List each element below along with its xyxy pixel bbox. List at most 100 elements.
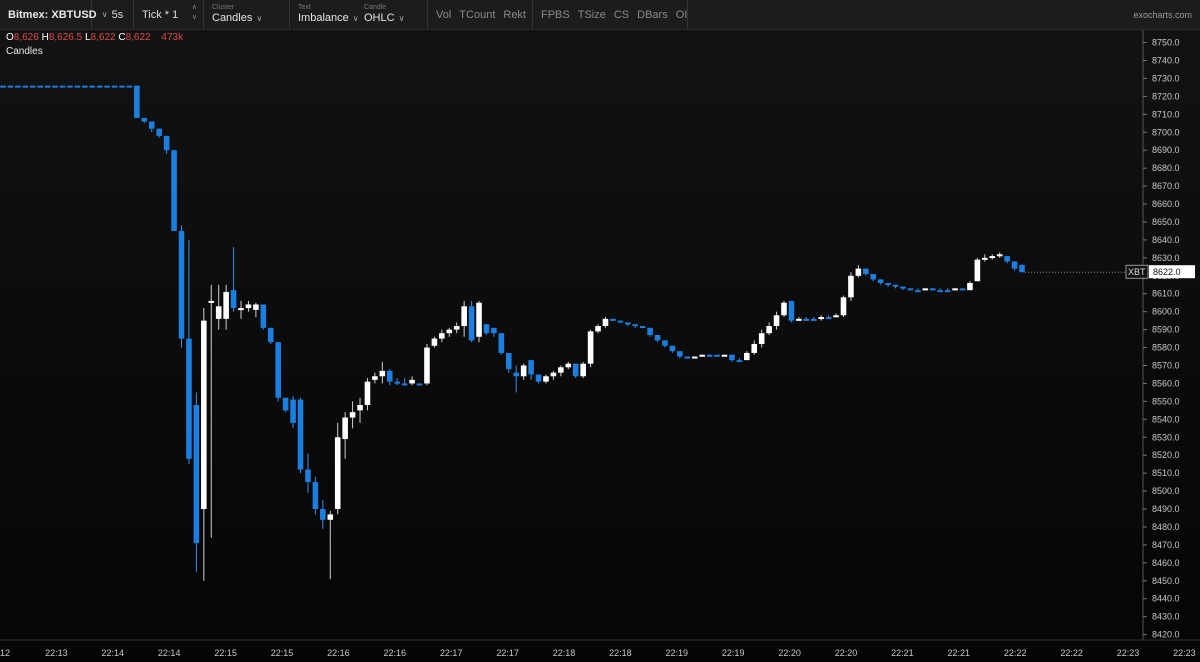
candle-body bbox=[1004, 256, 1010, 262]
candle bbox=[327, 510, 334, 579]
candle bbox=[379, 361, 386, 384]
candle-body bbox=[230, 290, 237, 309]
candle bbox=[624, 322, 631, 327]
candle-body bbox=[37, 85, 43, 88]
candle-body bbox=[119, 85, 125, 88]
candle-body bbox=[245, 304, 252, 309]
price-tick-label: 8650.0 bbox=[1152, 217, 1180, 227]
price-tick-label: 8600.0 bbox=[1152, 307, 1180, 317]
candle bbox=[1004, 256, 1010, 264]
candle bbox=[602, 317, 609, 328]
candle-body bbox=[148, 121, 155, 129]
time-tick-label: 22:19 bbox=[722, 648, 745, 658]
candle-body bbox=[892, 284, 899, 287]
candle-body bbox=[193, 404, 200, 544]
price-chart[interactable]: 8420.0 8430.0 8440.0 8450.0 8460.0 8470.0 8480… bbox=[0, 0, 1200, 662]
candle bbox=[7, 85, 14, 88]
time-tick-label: 22:15 bbox=[271, 648, 294, 658]
candle bbox=[453, 322, 460, 334]
low-value: 8,622 bbox=[90, 32, 116, 43]
candle-body bbox=[915, 290, 921, 293]
candle-body bbox=[379, 370, 386, 377]
candle bbox=[929, 288, 936, 291]
time-tick-label: 12 bbox=[0, 648, 10, 658]
candle-body bbox=[982, 257, 988, 260]
candle bbox=[37, 85, 43, 88]
candle bbox=[736, 358, 743, 363]
candle bbox=[67, 85, 73, 88]
candle-body bbox=[565, 363, 572, 368]
candle bbox=[840, 295, 847, 318]
time-tick-label: 22:20 bbox=[835, 648, 858, 658]
candle-body bbox=[513, 372, 520, 377]
time-tick-label: 22:18 bbox=[609, 648, 632, 658]
open-value: 8,626 bbox=[13, 32, 39, 43]
candle-body bbox=[15, 85, 21, 88]
candle-body bbox=[334, 437, 341, 510]
candle-body bbox=[67, 85, 73, 88]
candle bbox=[394, 378, 401, 386]
candle bbox=[126, 85, 133, 88]
candle bbox=[699, 354, 705, 357]
candle bbox=[297, 397, 304, 474]
price-tick-label: 8460.0 bbox=[1152, 558, 1180, 568]
candle bbox=[342, 412, 348, 459]
candle-body bbox=[706, 354, 713, 357]
candle bbox=[729, 354, 735, 362]
candle bbox=[253, 302, 259, 318]
price-tick-label: 8420.0 bbox=[1152, 630, 1180, 640]
candle-body bbox=[439, 333, 445, 339]
close-key: C bbox=[118, 32, 126, 43]
candle-body bbox=[305, 469, 311, 483]
candle bbox=[44, 85, 51, 88]
candle bbox=[320, 500, 326, 529]
candle bbox=[461, 300, 467, 337]
candle bbox=[238, 300, 244, 319]
candle bbox=[29, 85, 36, 88]
candle-body bbox=[773, 315, 780, 327]
candle bbox=[334, 422, 341, 515]
candle bbox=[900, 286, 906, 291]
candle-body bbox=[238, 308, 244, 311]
candle-body bbox=[543, 376, 549, 382]
candle-body bbox=[758, 333, 765, 344]
candle-body bbox=[141, 117, 148, 122]
candle-body bbox=[52, 85, 58, 88]
candle bbox=[134, 85, 140, 118]
price-tick-label: 8480.0 bbox=[1152, 522, 1180, 532]
candle-body bbox=[848, 275, 854, 298]
candle-body bbox=[572, 363, 579, 377]
candle bbox=[230, 247, 237, 312]
price-tick-label: 8610.0 bbox=[1152, 289, 1180, 299]
candle-body bbox=[491, 327, 497, 334]
candle-body bbox=[208, 300, 215, 303]
time-tick-label: 22:21 bbox=[948, 648, 971, 658]
time-tick-label: 22:17 bbox=[440, 648, 463, 658]
candle bbox=[684, 356, 691, 359]
candle bbox=[877, 279, 884, 285]
candle-body bbox=[7, 85, 14, 88]
candle-body bbox=[1011, 261, 1018, 269]
candle bbox=[944, 288, 951, 293]
time-tick-label: 22:14 bbox=[158, 648, 181, 658]
candle bbox=[476, 300, 482, 343]
candle-body bbox=[684, 356, 691, 359]
candle-body bbox=[290, 399, 296, 423]
candle-body bbox=[498, 333, 505, 353]
price-tick-label: 8450.0 bbox=[1152, 576, 1180, 586]
candle-body bbox=[595, 326, 601, 332]
candle-body bbox=[744, 352, 750, 361]
candle bbox=[550, 370, 557, 380]
candle-body bbox=[520, 365, 527, 377]
candle-body bbox=[870, 274, 877, 280]
candle bbox=[1019, 264, 1025, 273]
candle-body bbox=[372, 376, 378, 380]
close-value: 8,622 bbox=[125, 32, 151, 43]
candle-body bbox=[320, 509, 326, 520]
candle bbox=[892, 284, 899, 289]
open-key: O bbox=[6, 32, 14, 43]
candle bbox=[148, 121, 155, 133]
price-tick-label: 8640.0 bbox=[1152, 235, 1180, 245]
candle-body bbox=[647, 327, 653, 335]
candle-body bbox=[461, 306, 467, 327]
